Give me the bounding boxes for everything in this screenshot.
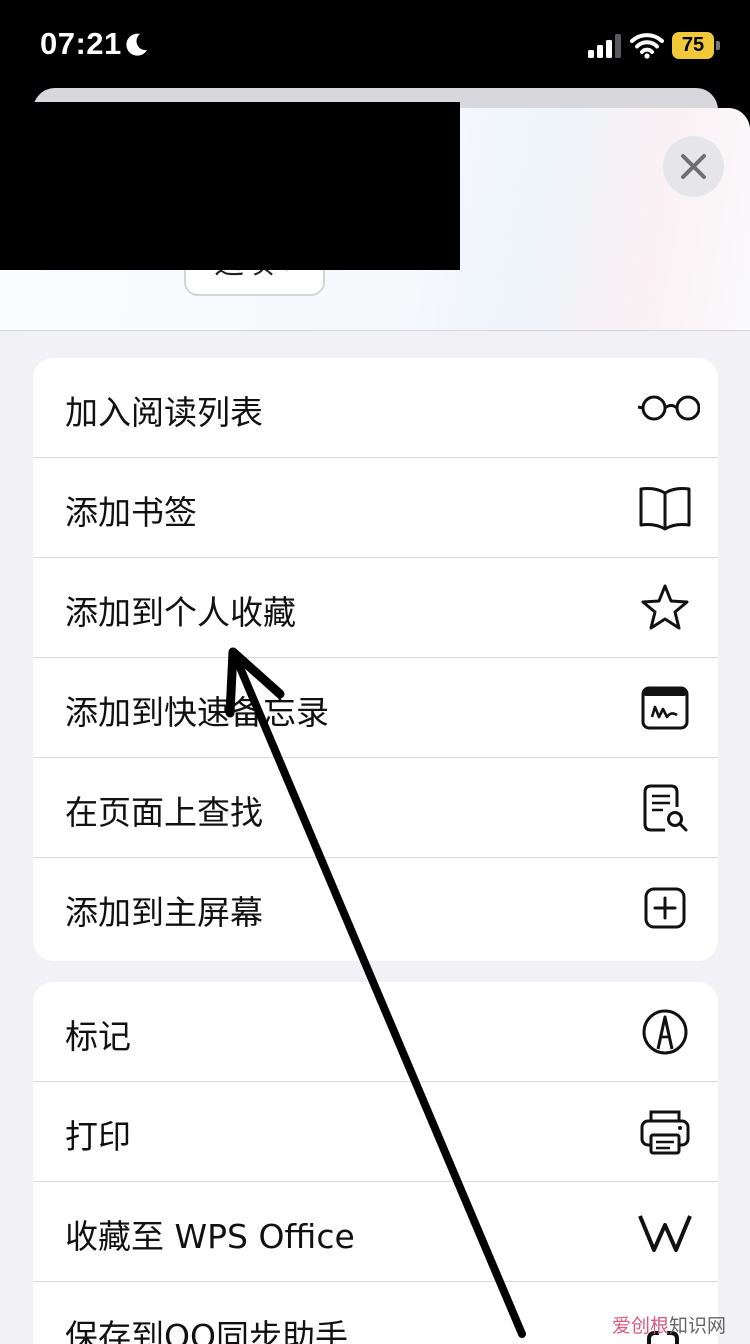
status-time: 07:21 — [40, 26, 122, 61]
close-icon — [681, 154, 706, 179]
wifi-icon — [630, 33, 664, 59]
find-on-page-icon — [643, 784, 688, 832]
battery-level: 75 — [672, 32, 714, 59]
menu-item-markup[interactable]: 标记 — [33, 982, 718, 1082]
status-bar: 07:21 75 — [0, 0, 750, 96]
menu-item-label: 加入阅读列表 — [65, 393, 263, 432]
menu-group-secondary: 标记 打印 收藏至 WPS Office 保存到QQ同步助手 — [33, 982, 718, 1344]
menu-item-quick-note[interactable]: 添加到快速备忘录 — [33, 658, 718, 758]
wps-office-icon — [638, 1215, 692, 1252]
book-icon — [639, 487, 691, 531]
printer-icon — [640, 1110, 690, 1155]
star-icon — [641, 584, 689, 630]
menu-item-find-on-page[interactable]: 在页面上查找 — [33, 758, 718, 858]
battery-icon: 75 — [672, 32, 720, 59]
menu-item-label: 标记 — [65, 1017, 131, 1056]
watermark: 爱创根知识网 — [612, 1311, 730, 1341]
watermark-brand: 爱创根 — [612, 1315, 670, 1337]
moon-icon — [126, 33, 147, 56]
menu-item-label: 添加到主屏幕 — [65, 893, 263, 932]
battery-tip — [716, 41, 720, 50]
menu-item-label: 在页面上查找 — [65, 793, 263, 832]
menu-item-label: 收藏至 WPS Office — [65, 1217, 355, 1256]
quick-note-icon — [641, 686, 689, 730]
glasses-icon — [637, 395, 700, 421]
menu-item-reading-list[interactable]: 加入阅读列表 — [33, 358, 718, 458]
menu-item-add-favorites[interactable]: 添加到个人收藏 — [33, 558, 718, 658]
watermark-site: 知识网 — [669, 1315, 727, 1337]
menu-item-label: 打印 — [65, 1117, 131, 1156]
menu-group-primary: 加入阅读列表 添加书签 添加到个人收藏 添加到快速备忘录 在页面上查找 添加到主… — [33, 358, 718, 961]
close-button[interactable] — [663, 136, 724, 197]
share-sheet: 选项 › 加入阅读列表 添加书签 — [0, 108, 750, 1344]
menu-item-wps-office[interactable]: 收藏至 WPS Office — [33, 1182, 718, 1282]
menu-item-label: 添加书签 — [65, 493, 197, 532]
menu-item-label: 添加到快速备忘录 — [65, 693, 329, 732]
menu-item-label: 添加到个人收藏 — [65, 593, 296, 632]
menu-item-print[interactable]: 打印 — [33, 1082, 718, 1182]
menu-item-label: 保存到QQ同步助手 — [65, 1317, 348, 1344]
signal-icon — [588, 34, 621, 58]
redacted-area — [0, 102, 460, 270]
markup-pen-icon — [642, 1009, 688, 1055]
menu-item-add-home-screen[interactable]: 添加到主屏幕 — [33, 858, 718, 958]
menu-item-add-bookmark[interactable]: 添加书签 — [33, 458, 718, 558]
add-square-icon — [644, 887, 686, 929]
